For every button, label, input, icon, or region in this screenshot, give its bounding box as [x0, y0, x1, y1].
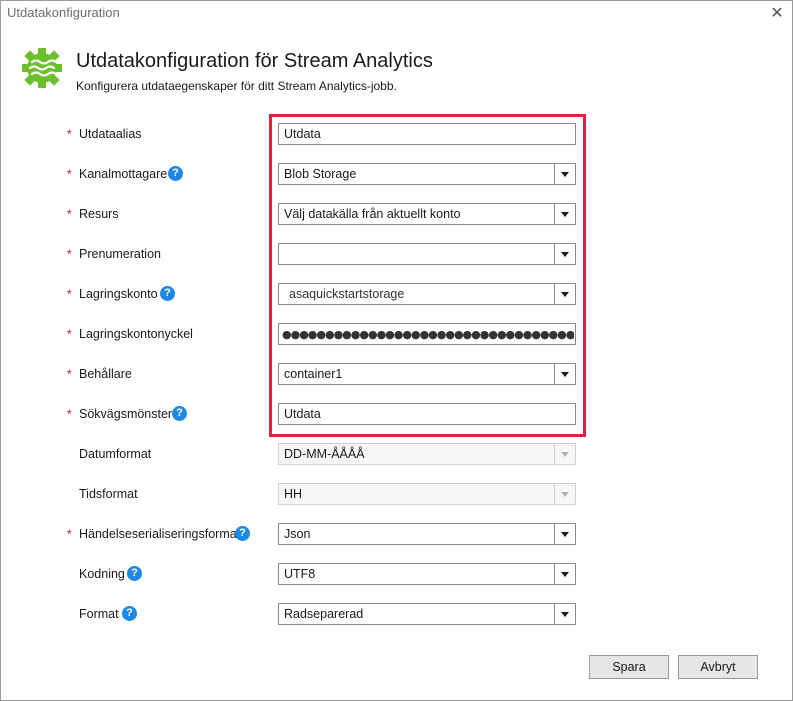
encoding-select[interactable]: UTF8	[278, 563, 576, 585]
form-row-date-format: Datumformat DD-MM-ÅÅÅÅ	[1, 443, 792, 467]
event-serialization-value: Json	[284, 527, 311, 541]
chevron-down-icon[interactable]	[554, 484, 575, 504]
event-serialization-select[interactable]: Json	[278, 523, 576, 545]
help-icon[interactable]: ?	[235, 526, 250, 541]
required-marker: *	[67, 327, 72, 341]
form-row-subscription: * Prenumeration	[1, 243, 792, 267]
event-serialization-label: Händelseserialiseringsformat	[79, 527, 241, 541]
subscription-label: Prenumeration	[79, 247, 161, 261]
form-row-encoding: Kodning ? UTF8	[1, 563, 792, 587]
output-alias-value: Utdata	[284, 127, 321, 141]
required-marker: *	[67, 127, 72, 141]
required-marker: *	[67, 287, 72, 301]
required-marker: *	[67, 407, 72, 421]
form-row-storage-key: * Lagringskontonyckel ●●●●●●●●●●●●●●●●●●…	[1, 323, 792, 347]
form-row-sink: * Kanalmottagare ? Blob Storage	[1, 163, 792, 187]
date-format-select[interactable]: DD-MM-ÅÅÅÅ	[278, 443, 576, 465]
storage-key-input[interactable]: ●●●●●●●●●●●●●●●●●●●●●●●●●●●●●●●●●●●●●●●●…	[278, 323, 576, 345]
chevron-down-icon[interactable]	[554, 564, 575, 584]
chevron-down-icon[interactable]	[554, 364, 575, 384]
storage-key-value: ●●●●●●●●●●●●●●●●●●●●●●●●●●●●●●●●●●●●●●●●…	[282, 328, 574, 341]
resource-value: Välj datakälla från aktuellt konto	[284, 207, 461, 221]
form-row-resource: * Resurs Välj datakälla från aktuellt ko…	[1, 203, 792, 227]
storage-account-select[interactable]: asaquickstartstorage	[278, 283, 576, 305]
form-row-format: Format ? Radseparerad	[1, 603, 792, 627]
form-row-time-format: Tidsformat HH	[1, 483, 792, 507]
form-row-event-serialization: * Händelseserialiseringsformat ? Json	[1, 523, 792, 547]
storage-key-label: Lagringskontonyckel	[79, 327, 193, 341]
subscription-select[interactable]	[278, 243, 576, 265]
help-icon[interactable]: ?	[172, 406, 187, 421]
form-row-path-pattern: * Sökvägsmönster ? Utdata	[1, 403, 792, 427]
resource-label: Resurs	[79, 207, 119, 221]
cancel-button[interactable]: Avbryt	[678, 655, 758, 679]
chevron-down-icon[interactable]	[554, 604, 575, 624]
format-label: Format	[79, 607, 119, 621]
stream-analytics-gear-icon	[22, 48, 62, 88]
storage-account-value: asaquickstartstorage	[289, 287, 405, 301]
required-marker: *	[67, 167, 72, 181]
form-row-container: * Behållare container1	[1, 363, 792, 387]
help-icon[interactable]: ?	[168, 166, 183, 181]
resource-select[interactable]: Välj datakälla från aktuellt konto	[278, 203, 576, 225]
container-select[interactable]: container1	[278, 363, 576, 385]
save-button[interactable]: Spara	[589, 655, 669, 679]
chevron-down-icon[interactable]	[554, 444, 575, 464]
chevron-down-icon[interactable]	[554, 204, 575, 224]
time-format-select[interactable]: HH	[278, 483, 576, 505]
chevron-down-icon[interactable]	[554, 524, 575, 544]
required-marker: *	[67, 207, 72, 221]
help-icon[interactable]: ?	[160, 286, 175, 301]
help-icon[interactable]: ?	[127, 566, 142, 581]
sink-select[interactable]: Blob Storage	[278, 163, 576, 185]
chevron-down-icon[interactable]	[554, 164, 575, 184]
container-label: Behållare	[79, 367, 132, 381]
output-alias-input[interactable]: Utdata	[278, 123, 576, 145]
title-bar: Utdatakonfiguration ✕	[1, 1, 792, 27]
container-value: container1	[284, 367, 343, 381]
sink-value: Blob Storage	[284, 167, 357, 181]
dialog-subheading: Konfigurera utdataegenskaper för ditt St…	[76, 79, 397, 93]
encoding-value: UTF8	[284, 567, 316, 581]
chevron-down-icon[interactable]	[554, 284, 575, 304]
dialog-window: Utdatakonfiguration ✕ Utdatakonfiguratio…	[0, 0, 793, 701]
path-pattern-input[interactable]: Utdata	[278, 403, 576, 425]
date-format-label: Datumformat	[79, 447, 152, 461]
output-alias-label: Utdataalias	[79, 127, 142, 141]
format-value: Radseparerad	[284, 607, 364, 621]
required-marker: *	[67, 367, 72, 381]
chevron-down-icon[interactable]	[554, 244, 575, 264]
close-icon[interactable]: ✕	[766, 3, 788, 25]
time-format-label: Tidsformat	[79, 487, 138, 501]
sink-label: Kanalmottagare	[79, 167, 168, 181]
required-marker: *	[67, 247, 72, 261]
date-format-value: DD-MM-ÅÅÅÅ	[284, 447, 365, 461]
required-marker: *	[67, 527, 72, 541]
help-icon[interactable]: ?	[122, 606, 137, 621]
form-row-storage-account: * Lagringskonto ? asaquickstartstorage	[1, 283, 792, 307]
encoding-label: Kodning	[79, 567, 125, 581]
time-format-value: HH	[284, 487, 303, 501]
path-pattern-label: Sökvägsmönster	[79, 407, 173, 421]
window-title: Utdatakonfiguration	[7, 5, 120, 20]
dialog-heading: Utdatakonfiguration för Stream Analytics	[76, 50, 433, 72]
form-row-output-alias: * Utdataalias Utdata	[1, 123, 792, 147]
format-select[interactable]: Radseparerad	[278, 603, 576, 625]
storage-account-label: Lagringskonto	[79, 287, 158, 301]
path-pattern-value: Utdata	[284, 407, 321, 421]
